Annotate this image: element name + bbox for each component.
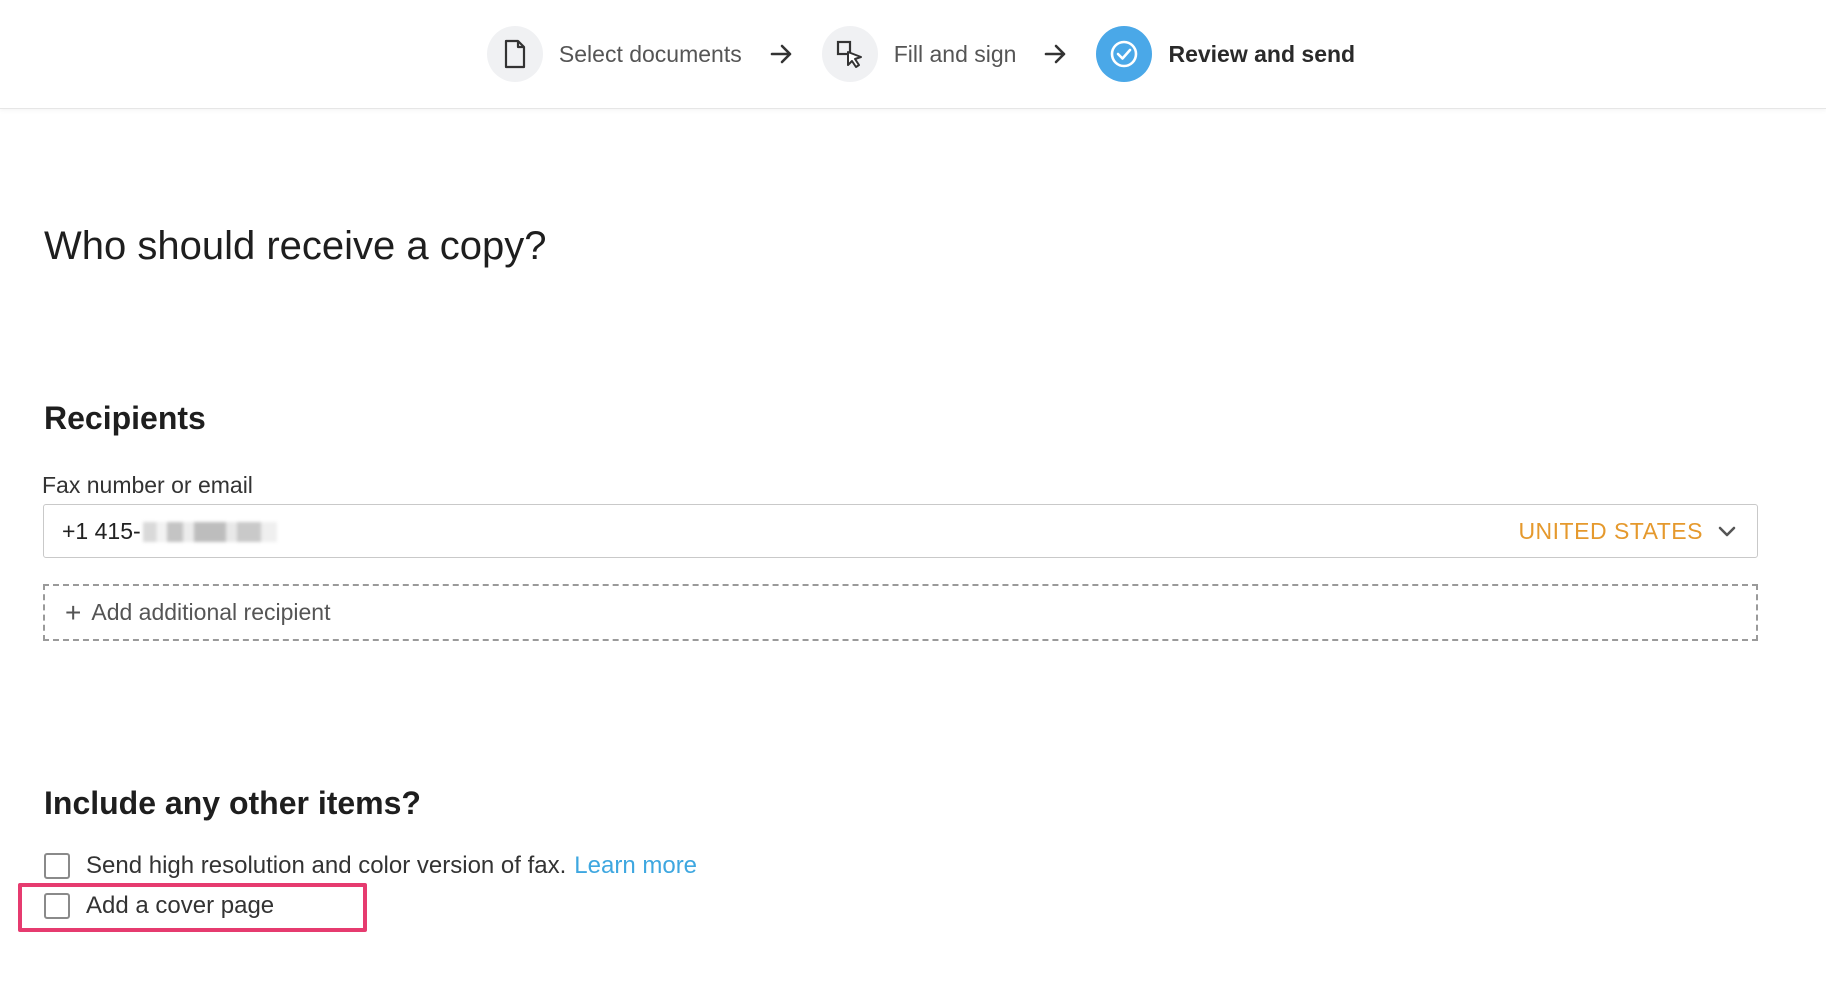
step-label: Review and send xyxy=(1168,40,1356,67)
fax-field-label: Fax number or email xyxy=(42,472,253,498)
other-items-heading: Include any other items? xyxy=(44,785,421,821)
step-label: Select documents xyxy=(558,40,742,67)
check-circle-icon xyxy=(1096,26,1153,82)
chevron-down-icon xyxy=(1717,524,1737,538)
fax-number-field[interactable]: +1 415- UNITED STATES xyxy=(43,504,1758,558)
high-resolution-label: Send high resolution and color version o… xyxy=(86,852,698,879)
country-label: UNITED STATES xyxy=(1518,517,1703,544)
add-recipient-label: Add additional recipient xyxy=(91,599,331,625)
high-resolution-option: Send high resolution and color version o… xyxy=(44,852,697,880)
cover-page-label: Add a cover page xyxy=(86,892,275,919)
page-title: Who should receive a copy? xyxy=(44,224,547,268)
step-select-documents[interactable]: Select documents xyxy=(486,26,742,82)
add-recipient-button[interactable]: + Add additional recipient xyxy=(43,584,1758,641)
cover-page-option: Add a cover page xyxy=(44,892,274,920)
fax-number-value: +1 415- xyxy=(62,518,277,545)
cover-page-checkbox[interactable] xyxy=(44,893,70,919)
country-dropdown[interactable]: UNITED STATES xyxy=(1518,518,1737,545)
arrow-right-icon xyxy=(1044,44,1068,64)
progress-stepper: Select documents Fill and sign Review an… xyxy=(486,26,1355,82)
step-review-and-send[interactable]: Review and send xyxy=(1096,26,1355,82)
plus-icon: + xyxy=(65,596,82,628)
redacted-digits xyxy=(142,522,277,543)
document-icon xyxy=(486,26,543,82)
top-stepper-bar: Select documents Fill and sign Review an… xyxy=(0,0,1826,109)
step-fill-and-sign[interactable]: Fill and sign xyxy=(821,26,1017,82)
learn-more-link[interactable]: Learn more xyxy=(574,852,697,879)
recipients-heading: Recipients xyxy=(44,400,206,436)
step-label: Fill and sign xyxy=(893,40,1017,67)
cursor-select-icon xyxy=(821,26,878,82)
arrow-right-icon xyxy=(770,44,794,64)
high-resolution-checkbox[interactable] xyxy=(44,853,70,879)
